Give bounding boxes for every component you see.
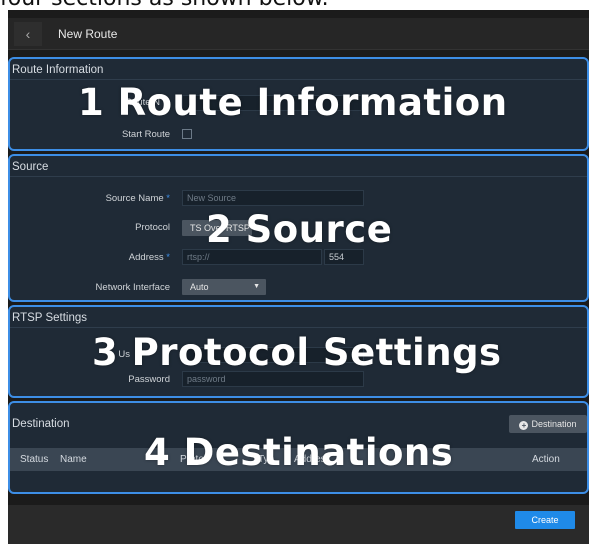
section-overlay-route-information: 1 Route Information xyxy=(78,81,508,124)
route-information-title: Route Information xyxy=(12,64,104,76)
page-title: New Route xyxy=(58,27,118,41)
section-overlay-source: 2 Source xyxy=(206,208,393,251)
app-window: ‹ New Route Route Information Route N St… xyxy=(8,10,589,544)
source-title: Source xyxy=(12,161,49,173)
source-name-input[interactable]: New Source xyxy=(182,190,364,206)
section-overlay-destinations: 4 Destinations xyxy=(144,431,454,474)
address-input[interactable]: rtsp:// xyxy=(182,249,322,265)
add-destination-button[interactable]: + Destination xyxy=(509,415,587,433)
panel-divider xyxy=(10,176,587,177)
port-input[interactable]: 554 xyxy=(324,249,364,265)
back-button[interactable]: ‹ xyxy=(14,22,42,46)
start-route-label: Start Route xyxy=(121,129,170,140)
top-bar: ‹ New Route xyxy=(8,18,589,50)
destination-title: Destination xyxy=(12,418,70,430)
panel-divider xyxy=(10,79,587,80)
create-button[interactable]: Create xyxy=(515,511,575,529)
network-interface-select[interactable]: Auto ▼ xyxy=(182,279,266,295)
network-interface-label: Network Interface xyxy=(95,282,170,293)
rtsp-settings-panel: RTSP Settings Us Password password 3 Pro… xyxy=(8,305,589,398)
caret-down-icon: ▼ xyxy=(253,283,260,290)
column-action: Action xyxy=(532,454,560,465)
panel-divider xyxy=(10,327,587,328)
start-route-checkbox[interactable] xyxy=(182,129,192,139)
route-information-panel: Route Information Route N Start Route 1 … xyxy=(8,57,589,151)
column-name: Name xyxy=(60,454,87,465)
column-status: Status xyxy=(20,454,49,465)
destination-panel: Destination + Destination Status Name Pro… xyxy=(8,401,589,494)
password-label: Password xyxy=(128,374,170,385)
rtsp-settings-title: RTSP Settings xyxy=(12,312,88,324)
plus-circle-icon: + xyxy=(519,421,529,430)
source-name-label: Source Name * xyxy=(105,193,170,204)
section-overlay-protocol-settings: 3 Protocol Settings xyxy=(92,331,502,374)
instruction-caption: four sections as shown below. xyxy=(0,0,589,10)
protocol-label: Protocol xyxy=(135,222,170,233)
source-panel: Source Source Name * New Source Protocol… xyxy=(8,154,589,302)
footer-bar: Create xyxy=(8,505,589,544)
chevron-left-icon: ‹ xyxy=(25,26,31,42)
address-label: Address * xyxy=(128,252,170,263)
